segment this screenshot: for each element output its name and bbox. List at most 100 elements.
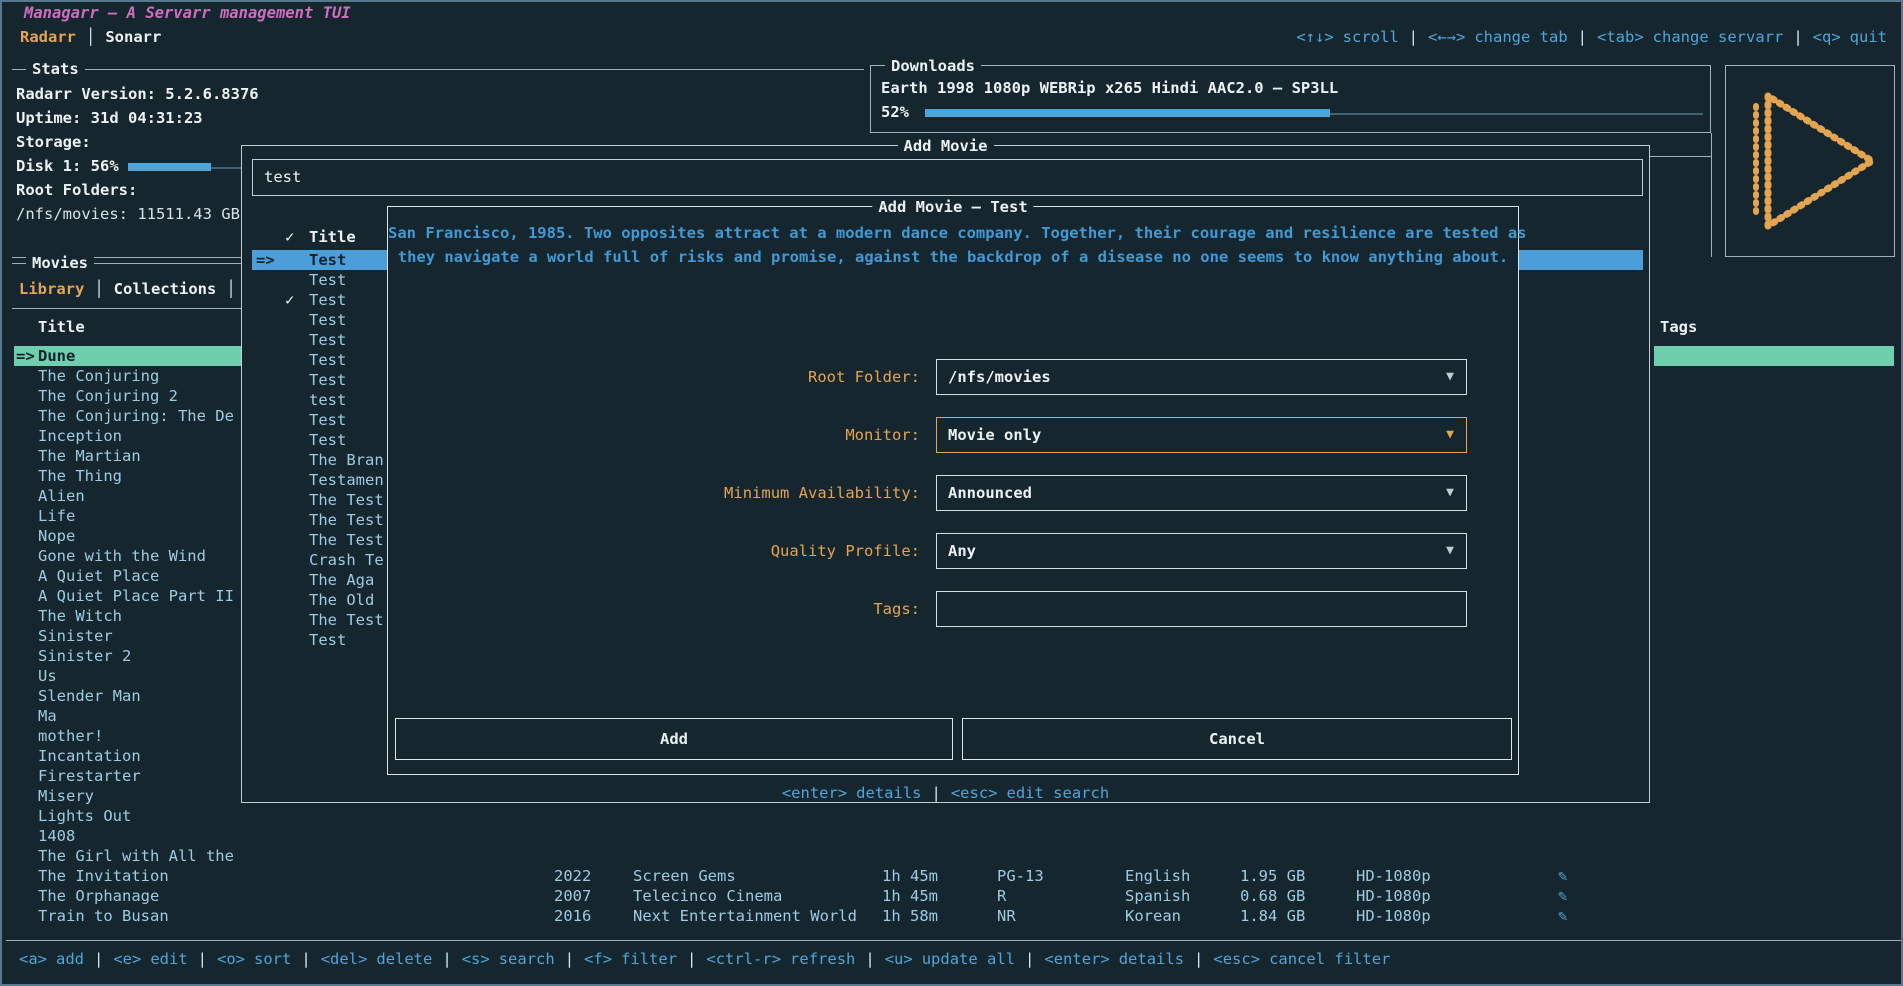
keybind-hint: |<o>sort	[188, 948, 292, 970]
edit-pencil-icon[interactable]: ✎	[1558, 886, 1567, 906]
keybind-label: details	[856, 784, 921, 802]
keybind-label: update all	[922, 950, 1015, 968]
movie-list-item[interactable]: The Witch	[14, 606, 241, 626]
cell-runtime: 1h 45m	[882, 886, 938, 906]
selection-prefix-icon: =>	[256, 250, 275, 270]
movies-tabs: Library │Collections│	[19, 278, 246, 300]
movie-list-item[interactable]: Slender Man	[14, 686, 241, 706]
result-title: test	[309, 390, 346, 410]
keybind-hint: |<enter>details	[1015, 948, 1184, 970]
movie-list-item[interactable]: Incantation	[14, 746, 241, 766]
tab-separator: │	[84, 280, 113, 298]
form-field-label: Minimum Availability:	[724, 475, 920, 511]
movie-list-item[interactable]: Firestarter	[14, 766, 241, 786]
keybind-label: delete	[376, 950, 432, 968]
movie-list-item[interactable]: Life	[14, 506, 241, 526]
movie-list-item[interactable]: The Conjuring: The De	[14, 406, 241, 426]
movies-tab[interactable]: Library	[19, 278, 84, 300]
add-button[interactable]: Add	[395, 718, 953, 760]
keybind-separator: |	[677, 950, 706, 968]
result-title: Test	[309, 370, 346, 390]
keybind-separator: |	[291, 950, 320, 968]
uptime: Uptime: 31d 04:31:23	[16, 108, 203, 128]
keybind-separator: |	[1783, 28, 1812, 46]
cancel-button[interactable]: Cancel	[962, 718, 1512, 760]
keybind-separator: |	[432, 950, 461, 968]
keybind-key: <enter>	[782, 784, 847, 802]
form-field-label: Tags:	[873, 591, 920, 627]
movie-title: The Martian	[38, 446, 141, 466]
add-movie-popup-title: Add Movie	[898, 136, 994, 156]
movie-list-item[interactable]: The Thing	[14, 466, 241, 486]
gauge-fill	[128, 163, 211, 171]
library-table-row[interactable]: 2022 Screen Gems 1h 45m PG-13 English 1.…	[2, 866, 1903, 886]
library-table-row[interactable]: 2007 Telecinco Cinema 1h 45m R Spanish 0…	[2, 886, 1903, 906]
movie-title: Gone with the Wind	[38, 546, 206, 566]
movie-list-item[interactable]: Misery	[14, 786, 241, 806]
movie-list-item[interactable]: Gone with the Wind	[14, 546, 241, 566]
movie-list-item[interactable]: Alien	[14, 486, 241, 506]
add-movie-form: Root Folder: /nfs/movies ▼ Monitor: Movi…	[388, 359, 1518, 649]
download-item-name: Earth 1998 1080p WEBRip x265 Hindi AAC2.…	[881, 78, 1338, 98]
keybind-hint: <↑↓>scroll	[1296, 26, 1398, 48]
movie-list-item[interactable]: Lights Out	[14, 806, 241, 826]
movie-list-item[interactable]: => Dune	[14, 346, 241, 366]
root-folders-label: Root Folders:	[16, 180, 137, 200]
library-table-row[interactable]: 2016 Next Entertainment World 1h 58m NR …	[2, 906, 1903, 926]
selection-prefix-icon: =>	[16, 346, 35, 366]
keybind-label: details	[1119, 950, 1184, 968]
servarr-tab[interactable]: │Sonarr	[76, 26, 161, 48]
form-select[interactable]: /nfs/movies ▼	[936, 359, 1467, 395]
movie-list-item[interactable]: A Quiet Place Part II	[14, 586, 241, 606]
keybind-label: change tab	[1474, 28, 1567, 46]
downloads-panel: Downloads Earth 1998 1080p WEBRip x265 H…	[870, 65, 1711, 133]
movie-list-item[interactable]: The Conjuring	[14, 366, 241, 386]
result-title: The Test	[309, 510, 384, 530]
movie-list-item[interactable]: mother!	[14, 726, 241, 746]
keybind-separator: |	[855, 950, 884, 968]
keybind-key: <u>	[885, 950, 913, 968]
selected-row-tags-cell	[1654, 346, 1894, 366]
form-select[interactable]: Announced ▼	[936, 475, 1467, 511]
movie-list-item[interactable]: 1408	[14, 826, 241, 846]
movies-tab[interactable]: │Collections│	[84, 278, 245, 300]
form-select[interactable]	[936, 591, 1467, 627]
movie-list-item[interactable]: Nope	[14, 526, 241, 546]
add-movie-modal: Add Movie – Test San Francisco, 1985. Tw…	[387, 206, 1519, 775]
movie-list-item[interactable]: Sinister	[14, 626, 241, 646]
edit-pencil-icon[interactable]: ✎	[1558, 906, 1567, 926]
result-title: Test	[309, 330, 346, 350]
movie-overview-line2: they navigate a world full of risks and …	[388, 247, 1518, 267]
form-select[interactable]: Any ▼	[936, 533, 1467, 569]
form-select[interactable]: Movie only ▼	[936, 417, 1467, 453]
keybind-label: cancel filter	[1269, 950, 1390, 968]
movie-list-item[interactable]: Ma	[14, 706, 241, 726]
play-logo-icon	[1726, 66, 1894, 256]
servarr-tab[interactable]: Radarr	[20, 26, 76, 48]
movie-list-item[interactable]: The Martian	[14, 446, 241, 466]
movie-title: A Quiet Place	[38, 566, 159, 586]
keybind-hint: |<←→>change tab	[1399, 26, 1568, 48]
movie-list-item[interactable]: The Conjuring 2	[14, 386, 241, 406]
keybind-hint: <a>add	[19, 948, 84, 970]
edit-pencil-icon[interactable]: ✎	[1558, 866, 1567, 886]
movie-list-item[interactable]: A Quiet Place	[14, 566, 241, 586]
movie-list-item[interactable]: Sinister 2	[14, 646, 241, 666]
movie-title: The Conjuring 2	[38, 386, 178, 406]
keybind-label: refresh	[790, 950, 855, 968]
chevron-down-icon: ▼	[1446, 476, 1454, 510]
movie-title: Nope	[38, 526, 75, 546]
result-title: Test	[309, 630, 346, 650]
movie-title: Us	[38, 666, 57, 686]
keybind-label: search	[499, 950, 555, 968]
cell-rating: R	[997, 886, 1006, 906]
movie-list-item[interactable]: The Girl with All the	[14, 846, 241, 866]
keybind-hint: |<f>filter	[555, 948, 677, 970]
keybind-label: edit search	[1007, 784, 1110, 802]
keybind-separator: |	[1399, 28, 1428, 46]
movie-list-item[interactable]: Us	[14, 666, 241, 686]
movie-search-input[interactable]: test	[252, 159, 1643, 196]
keybind-key: <enter>	[1044, 950, 1109, 968]
movies-list: => Dune The Conjuring The Conjuring 2 Th…	[14, 346, 241, 926]
movie-list-item[interactable]: Inception	[14, 426, 241, 446]
